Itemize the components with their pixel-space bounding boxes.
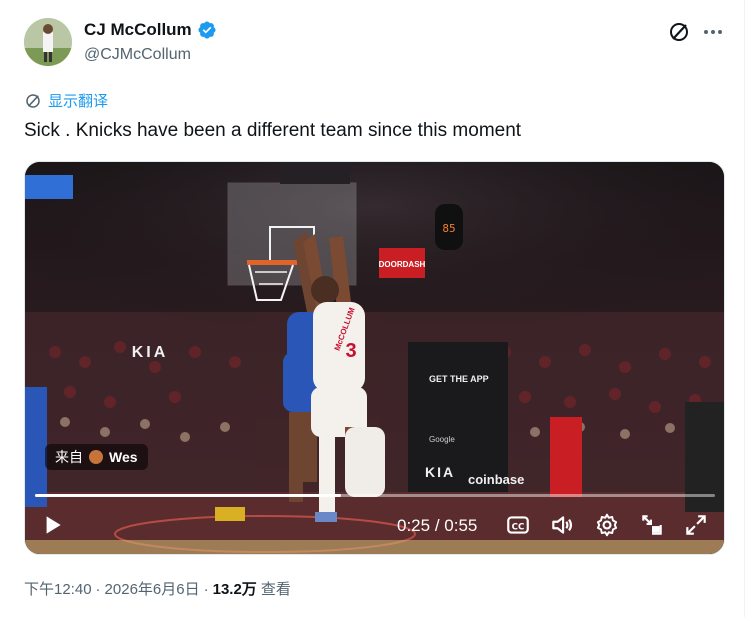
video-controls: 0:25 / 0:55 CC [25, 508, 724, 548]
show-translation-link[interactable]: 显示翻译 [24, 90, 108, 111]
views-count: 13.2万 [212, 581, 257, 598]
google-sign: Google [429, 435, 455, 444]
author-handle[interactable]: @CJMcCollum [84, 46, 191, 64]
post-date[interactable]: 2026年6月6日 [105, 578, 200, 599]
settings-icon[interactable] [594, 512, 620, 538]
more-icon[interactable] [701, 20, 725, 44]
tweet-detail: CJ McCollum @CJMcCollum 显示翻译 Sick . Knic… [0, 0, 745, 617]
doordash-text: DOORDASH [379, 260, 426, 269]
jersey-number: 3 [345, 340, 356, 362]
pip-icon[interactable] [639, 512, 665, 538]
post-time[interactable]: 下午12:40 [24, 578, 92, 599]
tweet-metadata: 下午12:40 · 2026年6月6日 · 13.2万 查看 [24, 578, 291, 599]
views-label: 查看 [260, 581, 291, 598]
scoreboard-number: 85 [442, 222, 455, 235]
tweet-text: Sick . Knicks have been a different team… [24, 120, 522, 141]
video-progress-fill [35, 494, 341, 497]
source-prefix: 来自 [55, 449, 83, 465]
meta-separator: · [203, 581, 209, 598]
translate-icon [26, 93, 40, 108]
kia-sign-right: KIA [425, 464, 455, 480]
show-translation-label: 显示翻译 [48, 93, 109, 110]
fullscreen-icon[interactable] [683, 512, 709, 538]
grok-icon[interactable] [667, 20, 691, 44]
volume-icon[interactable] [549, 512, 575, 538]
video-time: 0:25 / 0:55 [397, 516, 477, 536]
play-icon[interactable] [39, 512, 65, 538]
coinbase-sign: coinbase [468, 472, 524, 487]
captions-icon[interactable]: CC [505, 512, 531, 538]
meta-separator: · [95, 581, 101, 598]
source-name: Wes [109, 449, 138, 465]
video-progress-bar[interactable] [35, 494, 715, 497]
video-player[interactable]: 85 DOORDASH KIA GET THE APP Google KIA c… [24, 161, 725, 555]
shot-clock: 85 [435, 204, 463, 250]
get-the-app-sign: GET THE APP [429, 374, 489, 384]
avatar-photo [24, 18, 72, 66]
current-time: 0:25 [397, 516, 431, 535]
author-name-row: CJ McCollum [84, 20, 217, 40]
duration: 0:55 [444, 516, 478, 535]
verified-badge-icon[interactable] [197, 20, 217, 40]
source-avatar [89, 450, 103, 464]
kia-sign-left: KIA [132, 344, 169, 361]
author-display-name[interactable]: CJ McCollum [84, 20, 192, 40]
broadcast-graphic [25, 175, 73, 199]
video-source-label[interactable]: 来自 Wes [45, 444, 148, 470]
avatar[interactable] [24, 18, 72, 66]
svg-text:CC: CC [512, 522, 525, 532]
time-separator: / [434, 516, 440, 535]
